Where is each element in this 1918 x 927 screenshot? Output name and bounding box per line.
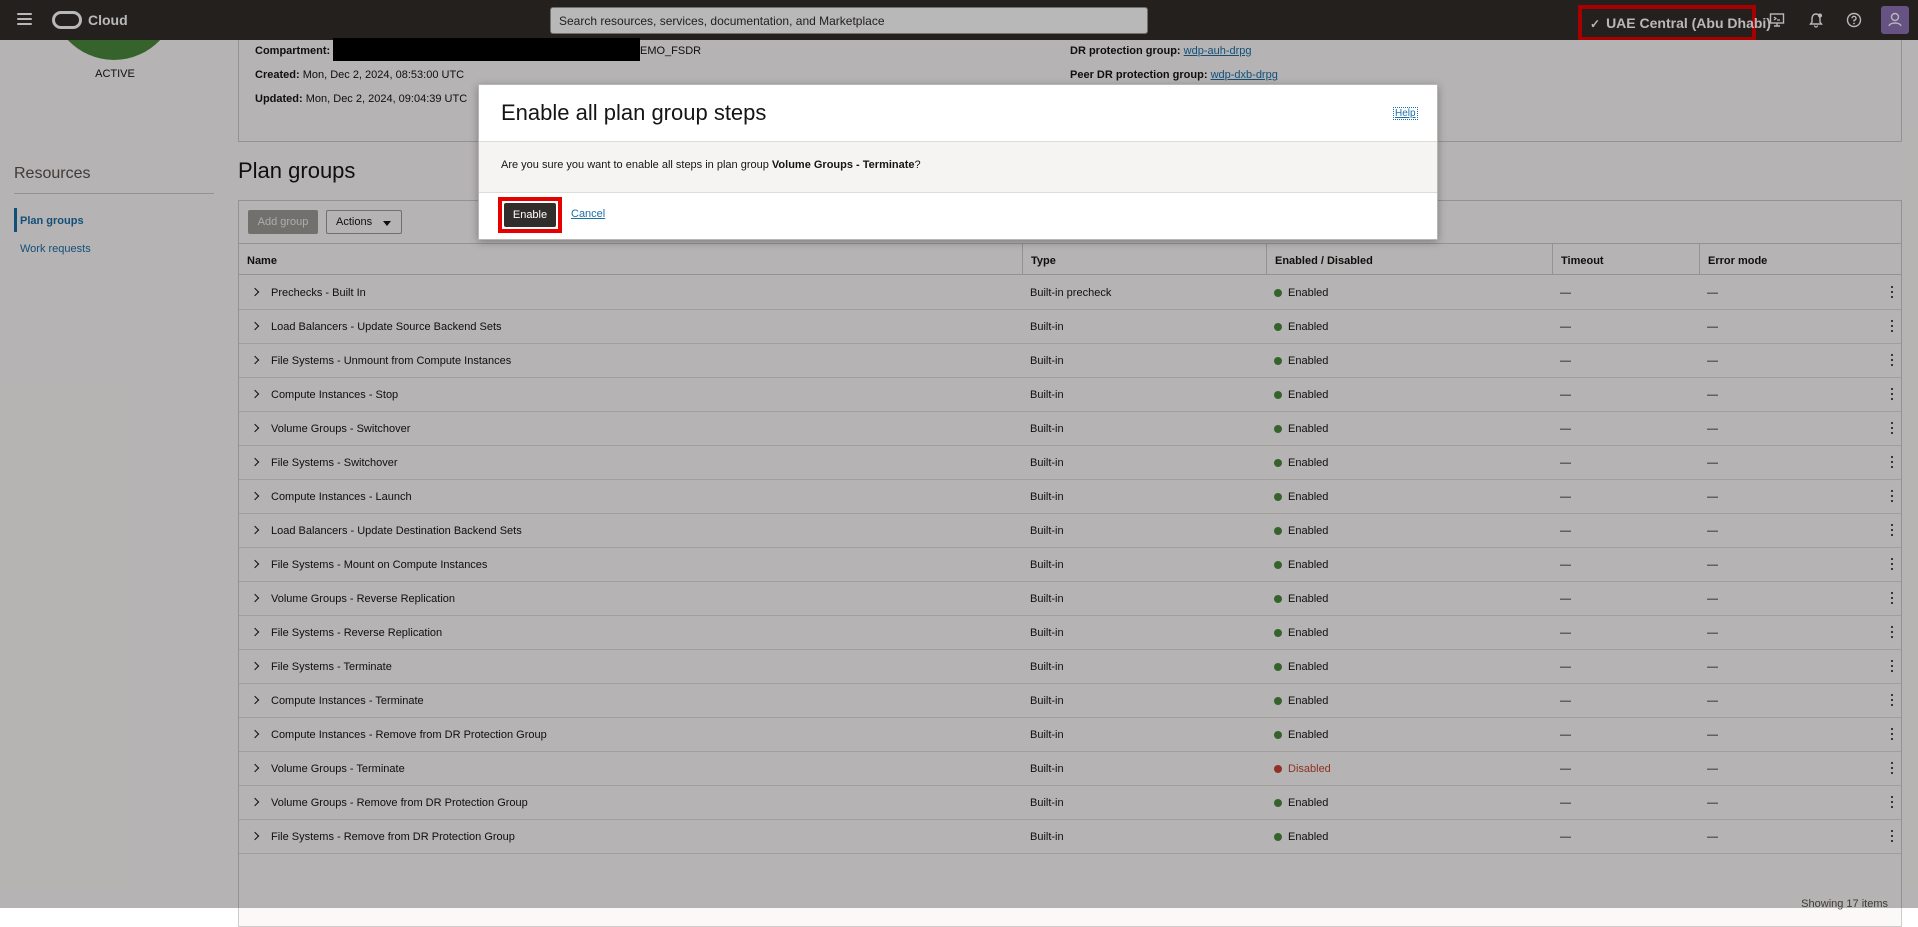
enable-button[interactable]: Enable — [504, 203, 556, 227]
message-prefix: Are you sure you want to enable all step… — [501, 159, 772, 171]
dialog-header: Enable all plan group steps Help — [479, 85, 1437, 142]
message-group: Volume Groups - Terminate — [771, 159, 915, 171]
cancel-button[interactable]: Cancel — [571, 208, 605, 220]
help-link[interactable]: Help — [1393, 107, 1418, 120]
enable-highlight: Enable — [498, 197, 562, 233]
dialog-footer: Enable Cancel — [479, 193, 1437, 239]
dialog-message: Are you sure you want to enable all step… — [501, 159, 921, 171]
enable-dialog: Enable all plan group steps Help Are you… — [478, 84, 1438, 240]
dialog-title: Enable all plan group steps — [501, 100, 767, 125]
dialog-body: Are you sure you want to enable all step… — [479, 142, 1437, 193]
message-suffix: ? — [914, 159, 921, 171]
